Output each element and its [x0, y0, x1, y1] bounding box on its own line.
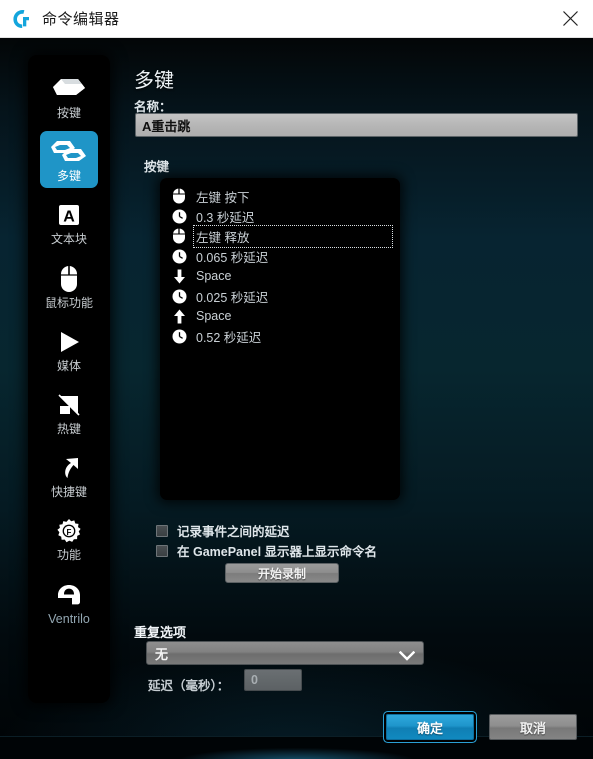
chevron-down-icon	[398, 648, 416, 661]
shortcut-arrow-icon	[56, 453, 82, 483]
repeat-options-title: 重复选项	[134, 625, 187, 640]
sidebar-item-label: 功能	[56, 548, 81, 563]
text-block-icon: A	[56, 200, 82, 230]
cancel-button[interactable]: 取消	[489, 714, 577, 740]
event-list[interactable]: 左键 按下 0.3 秒延迟 左键 释放 0.065 秒延迟 Space 0.02…	[160, 178, 400, 500]
clock-icon	[170, 327, 188, 345]
sidebar-item-shortcut[interactable]: 快捷键	[40, 447, 98, 504]
list-item[interactable]: 0.52 秒延迟	[160, 326, 400, 346]
clock-icon	[170, 287, 188, 305]
start-record-button[interactable]: 开始录制	[225, 563, 339, 583]
logitech-g-logo	[8, 6, 34, 32]
sidebar-item-label: 按键	[56, 106, 81, 120]
list-item-label: 0.065 秒延迟	[196, 250, 269, 265]
list-item-label: 0.3 秒延迟	[196, 210, 255, 225]
repeat-mode-value: 无	[155, 646, 169, 662]
sidebar-item-key[interactable]: 按键	[40, 68, 98, 125]
list-item[interactable]: 左键 按下	[160, 186, 400, 206]
sidebar-item-media[interactable]: 媒体	[40, 321, 98, 378]
checkbox-label: 在 GamePanel 显示器上显示命令名	[177, 545, 378, 559]
checkbox-box[interactable]	[156, 544, 168, 557]
page-title: 多键	[134, 70, 174, 92]
list-item[interactable]: Space	[160, 306, 400, 326]
play-icon	[56, 327, 82, 357]
list-item-label: 0.025 秒延迟	[196, 290, 269, 305]
ok-button[interactable]: 确定	[386, 714, 474, 740]
delay-input[interactable]	[244, 669, 302, 691]
dialog-body: 按键 多键 A 文本块 鼠标功能 媒体 热键 快捷键 F 功能 Ventrilo…	[0, 38, 593, 759]
sidebar-item-textblock[interactable]: A 文本块	[40, 194, 98, 251]
main-pane: 多键 名称： 按键 左键 按下 0.3 秒延迟 左	[132, 38, 584, 759]
sidebar-item-label: 文本块	[50, 232, 87, 247]
title-bar: 命令编辑器	[0, 0, 593, 38]
sidebar: 按键 多键 A 文本块 鼠标功能 媒体 热键 快捷键 F 功能 Ventrilo	[28, 55, 110, 703]
hotkey-icon	[56, 390, 82, 420]
sidebar-item-label: 鼠标功能	[44, 295, 93, 310]
sidebar-item-mouse-function[interactable]: 鼠标功能	[40, 258, 98, 315]
list-item-label: Space	[196, 269, 232, 283]
checkbox-show-on-gamepanel[interactable]: 在 GamePanel 显示器上显示命令名	[156, 541, 377, 560]
list-item[interactable]: 0.3 秒延迟	[160, 206, 400, 226]
sidebar-item-label: 快捷键	[50, 485, 87, 500]
list-item-label: 0.52 秒延迟	[196, 330, 262, 345]
window-title: 命令编辑器	[42, 11, 120, 28]
sidebar-item-function[interactable]: F 功能	[40, 510, 98, 567]
list-item-label: Space	[196, 309, 232, 323]
sidebar-item-label: 媒体	[56, 358, 81, 373]
mouse-icon	[170, 187, 188, 205]
headset-icon	[54, 580, 84, 610]
checkbox-box[interactable]	[156, 524, 168, 537]
name-input[interactable]	[135, 113, 578, 137]
list-item[interactable]: 0.025 秒延迟	[160, 286, 400, 306]
arrow-down-icon	[170, 267, 188, 285]
repeat-mode-select[interactable]: 无	[146, 641, 424, 665]
checkbox-label: 记录事件之间的延迟	[177, 525, 290, 539]
sidebar-item-multikey[interactable]: 多键	[40, 131, 98, 189]
arrow-up-icon	[170, 307, 188, 325]
list-item[interactable]: 左键 释放	[160, 224, 400, 248]
gear-f-icon: F	[56, 516, 82, 546]
clock-icon	[170, 207, 188, 225]
list-item[interactable]: 0.065 秒延迟	[160, 246, 400, 266]
svg-text:A: A	[63, 209, 75, 226]
keys-label: 按键	[144, 160, 170, 174]
single-key-icon	[52, 74, 86, 104]
checkbox-record-delay[interactable]: 记录事件之间的延迟	[156, 521, 290, 540]
multi-key-icon	[51, 137, 87, 167]
mouse-icon	[58, 264, 80, 294]
list-item-label: 左键 释放	[193, 224, 393, 248]
clock-icon	[170, 247, 188, 265]
sidebar-item-hotkey[interactable]: 热键	[40, 384, 98, 441]
sidebar-item-label: Ventrilo	[48, 611, 90, 626]
sidebar-item-ventrilo[interactable]: Ventrilo	[40, 574, 98, 632]
list-item[interactable]: Space	[160, 266, 400, 286]
sidebar-item-label: 多键	[56, 169, 81, 184]
close-icon[interactable]	[547, 0, 593, 37]
svg-text:F: F	[67, 528, 72, 537]
list-item-label: 左键 按下	[196, 190, 250, 205]
mouse-icon	[170, 227, 188, 245]
sidebar-item-label: 热键	[56, 421, 81, 436]
delay-label: 延迟（毫秒）：	[148, 679, 230, 693]
